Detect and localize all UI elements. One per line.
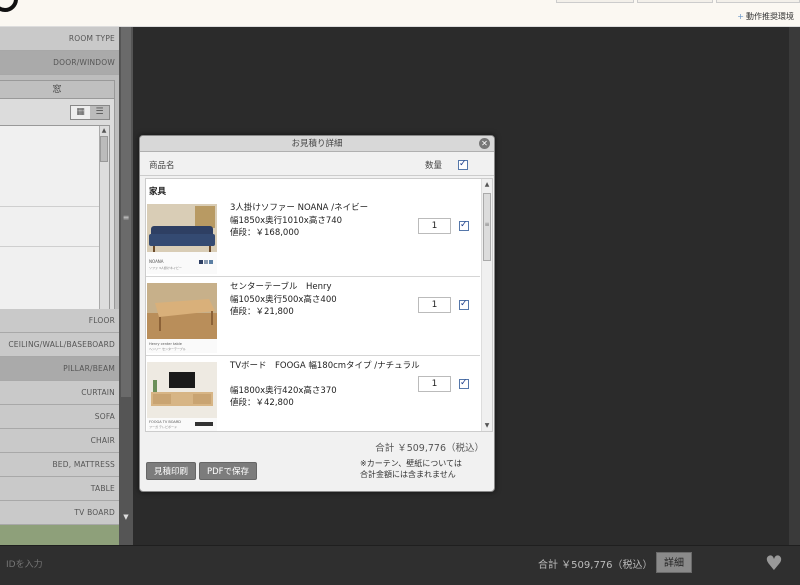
divider bbox=[0, 246, 100, 247]
select-all-checkbox[interactable] bbox=[458, 159, 468, 170]
column-product-name: 商品名 bbox=[149, 161, 175, 171]
grip-icon: ≡ bbox=[122, 213, 130, 222]
quantity-input[interactable] bbox=[418, 218, 451, 234]
grid-view-icon[interactable]: ▦ bbox=[71, 106, 90, 119]
sidebar-item-tv-board[interactable]: TV BOARD bbox=[0, 501, 119, 525]
detail-button[interactable]: 詳細 bbox=[656, 552, 692, 573]
dialog-header: お見積り詳細 ✕ bbox=[140, 136, 494, 152]
sidebar-item-pillar-beam[interactable]: PILLAR/BEAM bbox=[0, 357, 119, 381]
quantity-input[interactable] bbox=[418, 376, 451, 392]
sidebar-item-chair[interactable]: CHAIR bbox=[0, 429, 119, 453]
item-checkbox[interactable] bbox=[459, 299, 469, 310]
item-checkbox[interactable] bbox=[459, 378, 469, 389]
item-list[interactable]: 家具 NOANA ソファ 3人掛けネイビー 3人掛けソファー NOANA /ネイ… bbox=[145, 178, 493, 432]
close-icon[interactable]: ✕ bbox=[479, 138, 490, 149]
recommended-env-label: 動作推奨環境 bbox=[746, 12, 794, 21]
product-thumbnail-table: Henry center table ヘンリー センターテーブル bbox=[147, 283, 217, 353]
column-quantity: 数量 bbox=[425, 161, 443, 171]
divider bbox=[0, 206, 100, 207]
sidebar-item-floor[interactable]: FLOOR bbox=[0, 309, 119, 333]
dialog-title: お見積り詳細 bbox=[291, 139, 343, 149]
note-line: 合計金額には含まれません bbox=[360, 470, 456, 479]
sidebar-item-ceiling-wall[interactable]: CEILING/WALL/BASEBOARD bbox=[0, 333, 119, 357]
top-tab[interactable] bbox=[556, 0, 634, 3]
top-header: + 動作推奨環境 bbox=[0, 0, 800, 27]
thumb-caption: ヘンリー センターテーブル bbox=[149, 346, 186, 351]
item-name: センターテーブル Henry bbox=[230, 282, 332, 292]
recommended-env-link[interactable]: + 動作推奨環境 bbox=[737, 11, 794, 22]
favorite-icon[interactable]: ♥ bbox=[765, 552, 787, 574]
column-header: 商品名 数量 bbox=[140, 152, 494, 176]
quantity-input[interactable] bbox=[418, 297, 451, 313]
save-pdf-button[interactable]: PDFで保存 bbox=[199, 462, 257, 480]
scroll-down-icon[interactable]: ▼ bbox=[121, 513, 131, 521]
window-panel: 窓 ▦ ☰ ▲ ▼ bbox=[0, 80, 115, 330]
id-input[interactable] bbox=[0, 552, 130, 578]
item-size: 幅1850x奥行1010x高さ740 bbox=[230, 216, 343, 226]
canvas-scrollbar[interactable] bbox=[789, 27, 800, 545]
thumb-caption: フーガ テレビボード bbox=[149, 424, 177, 429]
thumb-caption: NOANA bbox=[149, 259, 164, 264]
grip-icon: ≡ bbox=[484, 221, 490, 228]
sidebar-item-door-window[interactable]: DOOR/WINDOW bbox=[0, 51, 119, 75]
item-price: 値段：￥21,800 bbox=[230, 307, 294, 317]
table-image: Henry center table ヘンリー センターテーブル bbox=[147, 283, 217, 353]
item-name: TVボード FOOGA 幅180cmタイプ /ナチュラル bbox=[230, 361, 420, 371]
category-label: 家具 bbox=[149, 187, 167, 197]
thumb-caption: ソファ 3人掛けネイビー bbox=[149, 265, 182, 270]
top-tab[interactable] bbox=[716, 0, 800, 3]
window-list[interactable]: ▲ ▼ bbox=[0, 125, 110, 325]
logo bbox=[0, 0, 18, 12]
item-size: 幅1050x奥行500x高さ400 bbox=[230, 295, 337, 305]
print-estimate-button[interactable]: 見積印刷 bbox=[146, 462, 196, 480]
sidebar-item-curtain[interactable]: CURTAIN bbox=[0, 381, 119, 405]
sidebar-item-sofa[interactable]: SOFA bbox=[0, 405, 119, 429]
thumb-caption: Henry center table bbox=[149, 342, 182, 346]
plus-icon: + bbox=[737, 12, 744, 21]
top-tab[interactable] bbox=[637, 0, 713, 3]
sidebar-scrollbar[interactable]: ≡ ▼ bbox=[119, 27, 133, 545]
note-line: ※カーテン、壁紙については bbox=[360, 459, 462, 468]
sidebar-item-table[interactable]: TABLE bbox=[0, 477, 119, 501]
list-scroll-thumb[interactable] bbox=[100, 136, 108, 162]
list-item: FOOGA TV BOARD フーガ テレビボード TVボード FOOGA 幅1… bbox=[146, 356, 480, 431]
product-thumbnail-tv-board: FOOGA TV BOARD フーガ テレビボード bbox=[147, 362, 217, 431]
item-name: 3人掛けソファー NOANA /ネイビー bbox=[230, 203, 369, 213]
item-price: 値段：￥168,000 bbox=[230, 228, 300, 238]
sidebar-item-room-type[interactable]: ROOM TYPE bbox=[0, 27, 119, 51]
scroll-down-icon[interactable]: ▼ bbox=[483, 422, 491, 429]
tv-board-image: FOOGA TV BOARD フーガ テレビボード bbox=[147, 362, 217, 431]
list-view-icon[interactable]: ☰ bbox=[90, 106, 109, 119]
bottom-bar: 合計 ￥509,776（税込） 詳細 ♥ bbox=[0, 545, 800, 585]
scroll-up-icon[interactable]: ▲ bbox=[100, 127, 108, 135]
sofa-image: NOANA ソファ 3人掛けネイビー bbox=[147, 204, 217, 274]
dialog-total-price: 合計 ￥509,776（税込） bbox=[375, 443, 484, 454]
scroll-up-icon[interactable]: ▲ bbox=[483, 181, 491, 188]
window-panel-title: 窓 bbox=[0, 81, 114, 99]
list-item: Henry center table ヘンリー センターテーブル センターテーブ… bbox=[146, 277, 480, 356]
sidebar-item-bed[interactable]: BED, MATTRESS bbox=[0, 453, 119, 477]
item-size: 幅1800x奥行420x高さ370 bbox=[230, 386, 337, 396]
item-checkbox[interactable] bbox=[459, 220, 469, 231]
item-price: 値段：￥42,800 bbox=[230, 398, 294, 408]
item-list-scrollbar[interactable]: ▲ ≡ ▼ bbox=[481, 179, 492, 431]
product-thumbnail-sofa: NOANA ソファ 3人掛けネイビー bbox=[147, 204, 217, 274]
sidebar-scroll-thumb[interactable] bbox=[121, 27, 131, 397]
thumb-caption: FOOGA TV BOARD bbox=[149, 420, 181, 424]
sidebar: ROOM TYPE DOOR/WINDOW 窓 ▦ ☰ ▲ ▼ FLOOR CE… bbox=[0, 27, 119, 545]
dialog-note: ※カーテン、壁紙については 合計金額には含まれません bbox=[360, 458, 462, 480]
bottom-total-price: 合計 ￥509,776（税込） bbox=[538, 560, 653, 571]
list-item: NOANA ソファ 3人掛けネイビー 3人掛けソファー NOANA /ネイビー … bbox=[146, 198, 480, 277]
estimate-detail-dialog: お見積り詳細 ✕ 商品名 数量 家具 bbox=[139, 135, 495, 492]
sidebar-selected-area bbox=[0, 525, 119, 545]
view-toggle[interactable]: ▦ ☰ bbox=[70, 105, 110, 120]
